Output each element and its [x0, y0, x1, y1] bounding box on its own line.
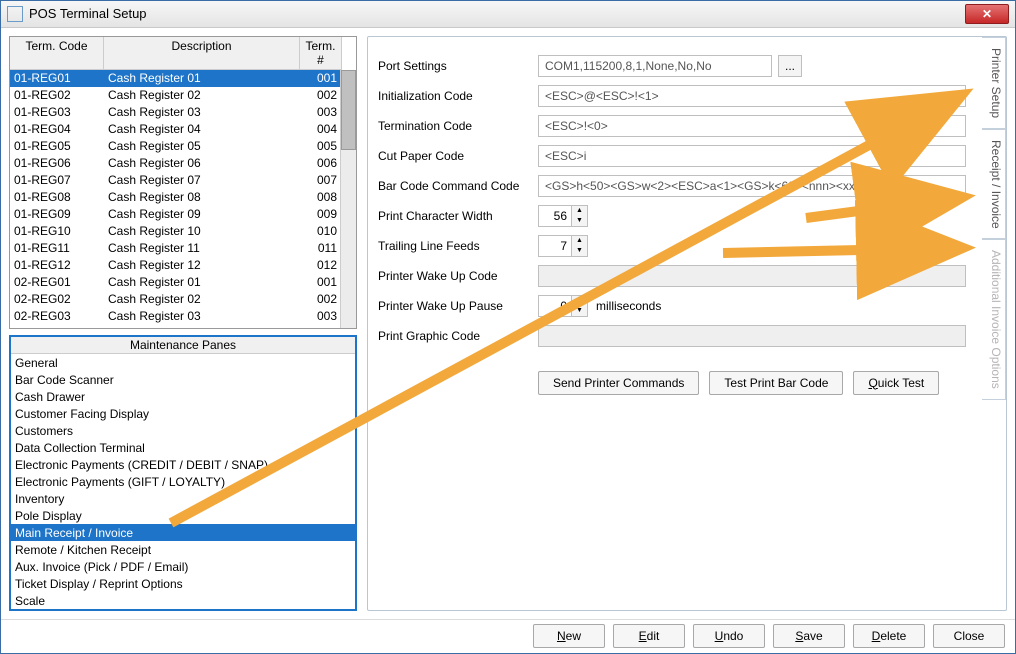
list-item[interactable]: Data Collection Terminal	[11, 439, 355, 456]
detail-panel: Port Settings COM1,115200,8,1,None,No,No…	[367, 36, 1007, 611]
col-header-desc[interactable]: Description	[104, 37, 300, 70]
term-code-input[interactable]: <ESC>!<0>	[538, 115, 966, 137]
table-row[interactable]: 01-REG10Cash Register 10010	[10, 223, 356, 240]
table-row[interactable]: 01-REG06Cash Register 06006	[10, 155, 356, 172]
char-width-label: Print Character Width	[378, 209, 538, 223]
app-icon	[7, 6, 23, 22]
table-row[interactable]: 01-REG07Cash Register 07007	[10, 172, 356, 189]
graphic-code-input[interactable]	[538, 325, 966, 347]
send-printer-commands-button[interactable]: Send Printer Commands	[538, 371, 699, 395]
tab-receipt-invoice[interactable]: Receipt / Invoice	[982, 129, 1006, 240]
window-title: POS Terminal Setup	[29, 6, 965, 21]
undo-button[interactable]: Undo	[693, 624, 765, 648]
init-code-input[interactable]: <ESC>@<ESC>!<1>	[538, 85, 966, 107]
trailing-feeds-stepper[interactable]: ▲▼	[538, 235, 588, 257]
table-row[interactable]: 02-REG03Cash Register 03003	[10, 308, 356, 325]
button-bar: New Edit Undo Save Delete Close	[1, 619, 1015, 654]
port-settings-label: Port Settings	[378, 59, 538, 73]
tab-additional-invoice-options[interactable]: Additional Invoice Options	[982, 239, 1006, 400]
wakeup-pause-stepper[interactable]: ▲▼	[538, 295, 588, 317]
col-header-code[interactable]: Term. Code	[10, 37, 104, 70]
list-item[interactable]: Aux. Invoice (Pick / PDF / Email)	[11, 558, 355, 575]
stepper-down-icon[interactable]: ▼	[572, 246, 587, 256]
new-button[interactable]: New	[533, 624, 605, 648]
delete-button[interactable]: Delete	[853, 624, 925, 648]
init-code-label: Initialization Code	[378, 89, 538, 103]
stepper-up-icon[interactable]: ▲	[572, 236, 587, 246]
terminal-table-header: Term. Code Description Term. #	[10, 37, 356, 70]
list-item[interactable]: Pole Display	[11, 507, 355, 524]
table-row[interactable]: 01-REG01Cash Register 01001	[10, 70, 356, 87]
stepper-down-icon[interactable]: ▼	[572, 306, 587, 316]
wakeup-pause-input[interactable]	[538, 295, 572, 317]
port-settings-input[interactable]: COM1,115200,8,1,None,No,No	[538, 55, 772, 77]
maintenance-panes: Maintenance Panes GeneralBar Code Scanne…	[9, 335, 357, 611]
port-settings-browse-button[interactable]: ...	[778, 55, 802, 77]
table-row[interactable]: 02-REG02Cash Register 02002	[10, 291, 356, 308]
table-row[interactable]: 01-REG05Cash Register 05005	[10, 138, 356, 155]
col-header-num[interactable]: Term. #	[300, 37, 342, 70]
list-item[interactable]: General	[11, 354, 355, 371]
milliseconds-label: milliseconds	[596, 299, 661, 313]
trailing-feeds-input[interactable]	[538, 235, 572, 257]
char-width-input[interactable]	[538, 205, 572, 227]
tab-printer-setup[interactable]: Printer Setup	[982, 37, 1006, 129]
barcode-cmd-input[interactable]: <GS>h<50><GS>w<2><ESC>a<1><GS>k<69><nnn>…	[538, 175, 966, 197]
side-tabs: Printer Setup Receipt / Invoice Addition…	[982, 37, 1006, 610]
list-item[interactable]: Electronic Payments (GIFT / LOYALTY)	[11, 473, 355, 490]
list-item[interactable]: Main Receipt / Invoice	[11, 524, 355, 541]
close-button[interactable]: Close	[933, 624, 1005, 648]
pos-terminal-setup-window: POS Terminal Setup ✕ Term. Code Descript…	[0, 0, 1016, 654]
scrollbar[interactable]	[340, 70, 356, 328]
wakeup-pause-label: Printer Wake Up Pause	[378, 299, 538, 313]
maintenance-panes-header: Maintenance Panes	[11, 337, 355, 354]
list-item[interactable]: Customers	[11, 422, 355, 439]
test-print-barcode-button[interactable]: Test Print Bar Code	[709, 371, 843, 395]
titlebar: POS Terminal Setup ✕	[1, 1, 1015, 28]
table-row[interactable]: 01-REG04Cash Register 04004	[10, 121, 356, 138]
close-icon[interactable]: ✕	[965, 4, 1009, 24]
stepper-up-icon[interactable]: ▲	[572, 296, 587, 306]
scrollbar-thumb[interactable]	[341, 70, 356, 150]
barcode-cmd-label: Bar Code Command Code	[378, 179, 538, 193]
graphic-code-label: Print Graphic Code	[378, 329, 538, 343]
quick-test-button[interactable]: Quick Test	[853, 371, 939, 395]
stepper-up-icon[interactable]: ▲	[572, 206, 587, 216]
edit-button[interactable]: Edit	[613, 624, 685, 648]
cut-paper-label: Cut Paper Code	[378, 149, 538, 163]
list-item[interactable]: Cash Drawer	[11, 388, 355, 405]
table-row[interactable]: 01-REG08Cash Register 08008	[10, 189, 356, 206]
char-width-stepper[interactable]: ▲▼	[538, 205, 588, 227]
list-item[interactable]: Scale	[11, 592, 355, 609]
list-item[interactable]: Electronic Payments (CREDIT / DEBIT / SN…	[11, 456, 355, 473]
table-row[interactable]: 02-REG01Cash Register 01001	[10, 274, 356, 291]
wakeup-code-input[interactable]	[538, 265, 966, 287]
save-button[interactable]: Save	[773, 624, 845, 648]
stepper-down-icon[interactable]: ▼	[572, 216, 587, 226]
list-item[interactable]: Customer Facing Display	[11, 405, 355, 422]
list-item[interactable]: Remote / Kitchen Receipt	[11, 541, 355, 558]
list-item[interactable]: Bar Code Scanner	[11, 371, 355, 388]
table-row[interactable]: 01-REG11Cash Register 11011	[10, 240, 356, 257]
cut-paper-input[interactable]: <ESC>i	[538, 145, 966, 167]
table-row[interactable]: 01-REG09Cash Register 09009	[10, 206, 356, 223]
list-item[interactable]: Ticket Display / Reprint Options	[11, 575, 355, 592]
table-row[interactable]: 01-REG12Cash Register 12012	[10, 257, 356, 274]
table-row[interactable]: 01-REG03Cash Register 03003	[10, 104, 356, 121]
term-code-label: Termination Code	[378, 119, 538, 133]
table-row[interactable]: 01-REG02Cash Register 02002	[10, 87, 356, 104]
trailing-feeds-label: Trailing Line Feeds	[378, 239, 538, 253]
terminal-table[interactable]: Term. Code Description Term. # 01-REG01C…	[9, 36, 357, 329]
list-item[interactable]: Inventory	[11, 490, 355, 507]
wakeup-code-label: Printer Wake Up Code	[378, 269, 538, 283]
